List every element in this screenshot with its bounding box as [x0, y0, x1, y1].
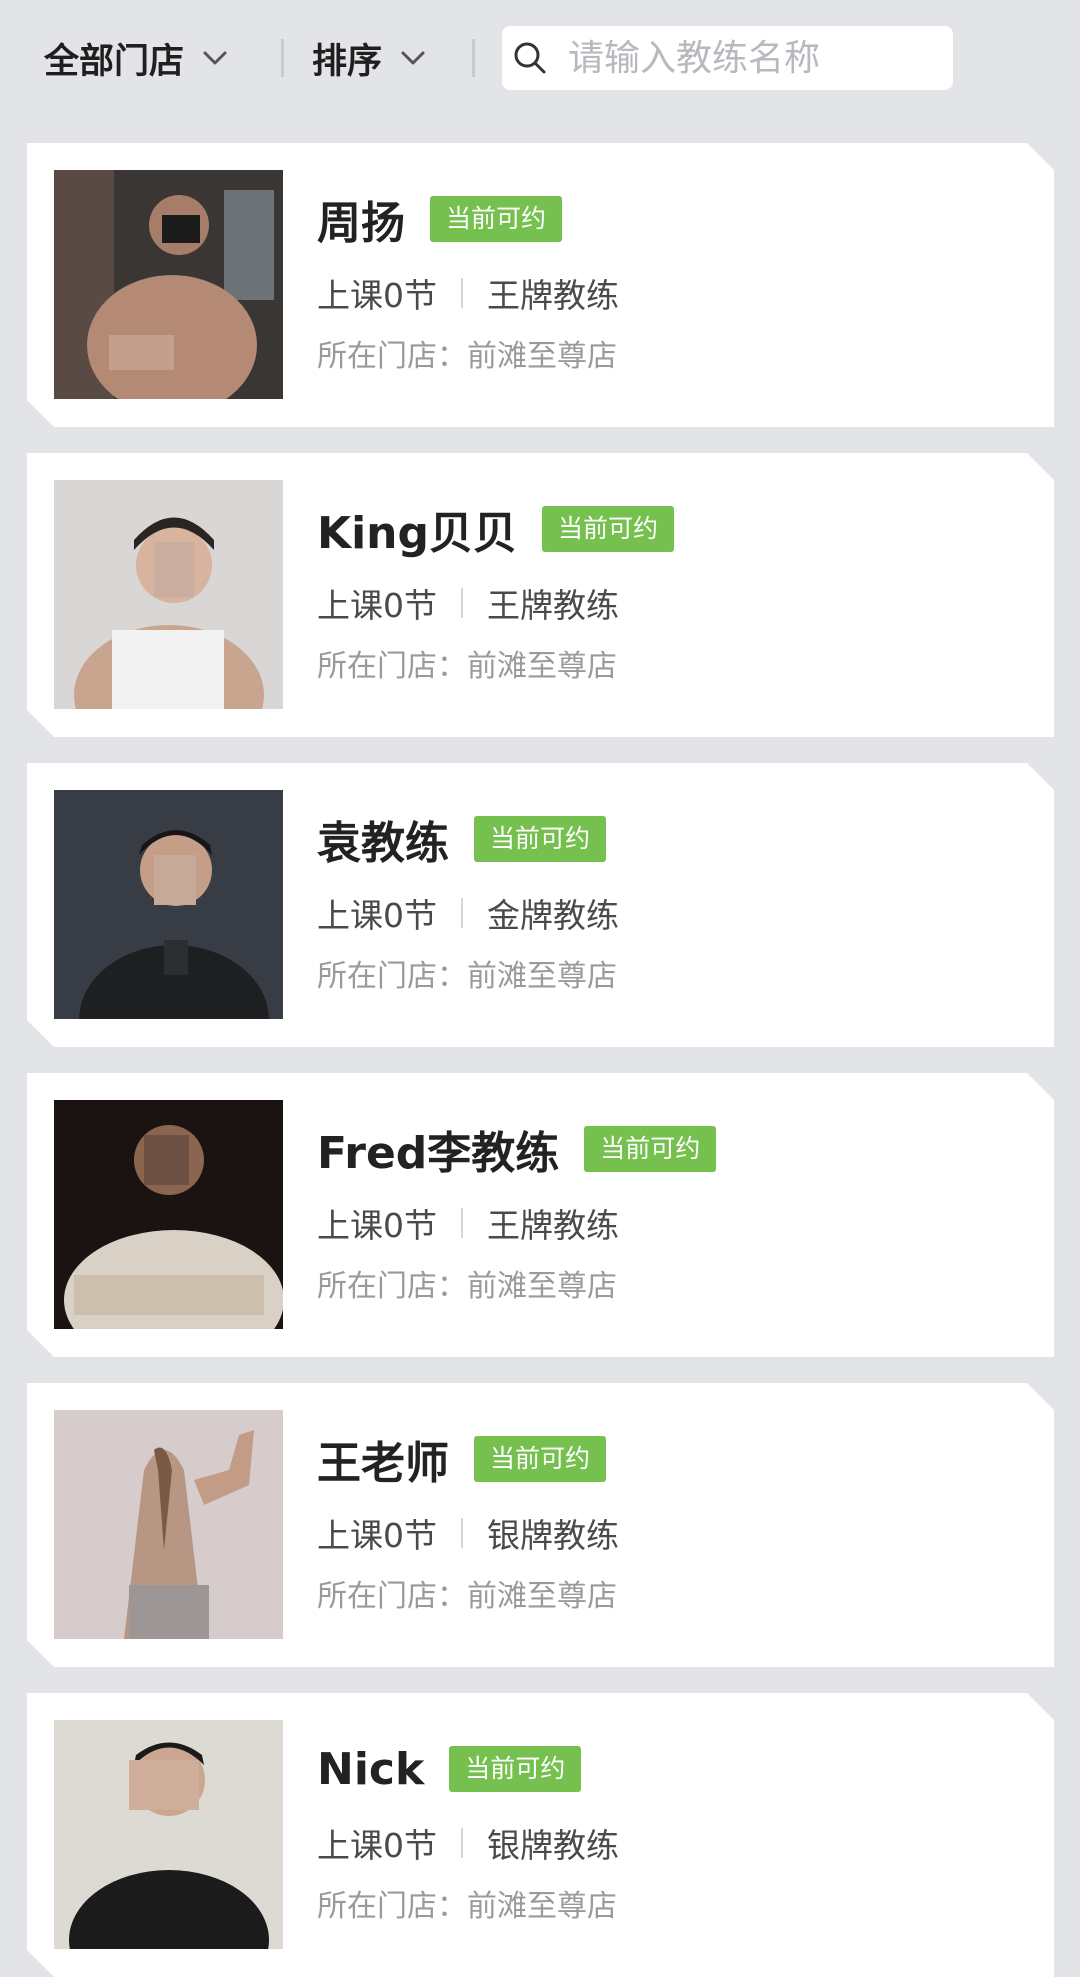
lesson-count: 上课0节: [317, 586, 437, 625]
available-badge: 当前可约: [430, 196, 563, 242]
coach-name: 王老师: [317, 1438, 449, 1489]
coach-name-row: 王老师 当前可约: [317, 1429, 1034, 1489]
meta-divider: [461, 278, 463, 308]
coach-card[interactable]: Fred李教练 当前可约 上课0节 王牌教练 所在门店：前滩至尊店: [27, 1073, 1054, 1357]
coach-level: 王牌教练: [487, 586, 619, 625]
filter-divider: [472, 39, 475, 77]
coach-name-row: Fred李教练 当前可约: [317, 1119, 1034, 1179]
coach-level: 王牌教练: [487, 1206, 619, 1245]
coach-meta: 上课0节 王牌教练: [317, 581, 1034, 625]
coach-store: 所在门店：前滩至尊店: [317, 649, 617, 684]
coach-name: 周扬: [317, 198, 405, 249]
chevron-down-icon: [401, 51, 425, 65]
chevron-down-icon: [203, 51, 227, 65]
coach-name-row: 袁教练 当前可约: [317, 809, 1034, 869]
meta-divider: [461, 1828, 463, 1858]
coach-photo: [54, 480, 283, 709]
sort-label: 排序: [312, 41, 383, 82]
coach-info: 周扬 当前可约 上课0节 王牌教练 所在门店：前滩至尊店: [317, 189, 1034, 375]
coach-photo: [54, 170, 283, 399]
coach-name: Fred李教练: [317, 1128, 560, 1179]
coach-level: 银牌教练: [487, 1826, 619, 1865]
available-badge: 当前可约: [474, 816, 607, 862]
coach-store: 所在门店：前滩至尊店: [317, 1269, 617, 1304]
coach-card[interactable]: King贝贝 当前可约 上课0节 王牌教练 所在门店：前滩至尊店: [27, 453, 1054, 737]
coach-name: 袁教练: [317, 818, 449, 869]
coach-info: Nick 当前可约 上课0节 银牌教练 所在门店：前滩至尊店: [317, 1739, 1034, 1925]
lesson-count: 上课0节: [317, 1206, 437, 1245]
coach-store: 所在门店：前滩至尊店: [317, 339, 617, 374]
sort-dropdown[interactable]: 排序: [312, 26, 428, 90]
search-box[interactable]: [502, 26, 953, 90]
coach-name-row: King贝贝 当前可约: [317, 499, 1034, 559]
lesson-count: 上课0节: [317, 276, 437, 315]
coach-name: King贝贝: [317, 508, 517, 559]
coach-level: 银牌教练: [487, 1516, 619, 1555]
search-input[interactable]: [568, 37, 938, 79]
search-icon: [514, 42, 546, 74]
store-filter-dropdown[interactable]: 全部门店: [44, 26, 230, 90]
coach-info: 王老师 当前可约 上课0节 银牌教练 所在门店：前滩至尊店: [317, 1429, 1034, 1615]
coach-info: Fred李教练 当前可约 上课0节 王牌教练 所在门店：前滩至尊店: [317, 1119, 1034, 1305]
coach-photo: [54, 1100, 283, 1329]
coach-card[interactable]: 袁教练 当前可约 上课0节 金牌教练 所在门店：前滩至尊店: [27, 763, 1054, 1047]
lesson-count: 上课0节: [317, 1826, 437, 1865]
available-badge: 当前可约: [542, 506, 675, 552]
coach-card[interactable]: 周扬 当前可约 上课0节 王牌教练 所在门店：前滩至尊店: [27, 143, 1054, 427]
coach-meta: 上课0节 王牌教练: [317, 1201, 1034, 1245]
meta-divider: [461, 1518, 463, 1548]
coach-card[interactable]: Nick 当前可约 上课0节 银牌教练 所在门店：前滩至尊店: [27, 1693, 1054, 1977]
coach-photo: [54, 790, 283, 1019]
coach-name-row: Nick 当前可约: [317, 1739, 1034, 1799]
coach-meta: 上课0节 金牌教练: [317, 891, 1034, 935]
coach-card[interactable]: 王老师 当前可约 上课0节 银牌教练 所在门店：前滩至尊店: [27, 1383, 1054, 1667]
coach-meta: 上课0节 银牌教练: [317, 1821, 1034, 1865]
available-badge: 当前可约: [474, 1436, 607, 1482]
available-badge: 当前可约: [449, 1746, 582, 1792]
meta-divider: [461, 1208, 463, 1238]
available-badge: 当前可约: [584, 1126, 717, 1172]
coach-info: King贝贝 当前可约 上课0节 王牌教练 所在门店：前滩至尊店: [317, 499, 1034, 685]
coach-store: 所在门店：前滩至尊店: [317, 1579, 617, 1614]
coach-level: 王牌教练: [487, 276, 619, 315]
coach-photo: [54, 1720, 283, 1949]
lesson-count: 上课0节: [317, 896, 437, 935]
coach-level: 金牌教练: [487, 896, 619, 935]
coach-name: Nick: [317, 1743, 425, 1795]
filter-divider: [281, 39, 284, 77]
meta-divider: [461, 898, 463, 928]
coach-photo: [54, 1410, 283, 1639]
filter-bar: 全部门店 排序: [0, 0, 1080, 115]
coach-meta: 上课0节 银牌教练: [317, 1511, 1034, 1555]
lesson-count: 上课0节: [317, 1516, 437, 1555]
coach-info: 袁教练 当前可约 上课0节 金牌教练 所在门店：前滩至尊店: [317, 809, 1034, 995]
coach-store: 所在门店：前滩至尊店: [317, 1889, 617, 1924]
meta-divider: [461, 588, 463, 618]
coach-meta: 上课0节 王牌教练: [317, 271, 1034, 315]
store-filter-label: 全部门店: [44, 41, 185, 82]
coach-name-row: 周扬 当前可约: [317, 189, 1034, 249]
coach-store: 所在门店：前滩至尊店: [317, 959, 617, 994]
